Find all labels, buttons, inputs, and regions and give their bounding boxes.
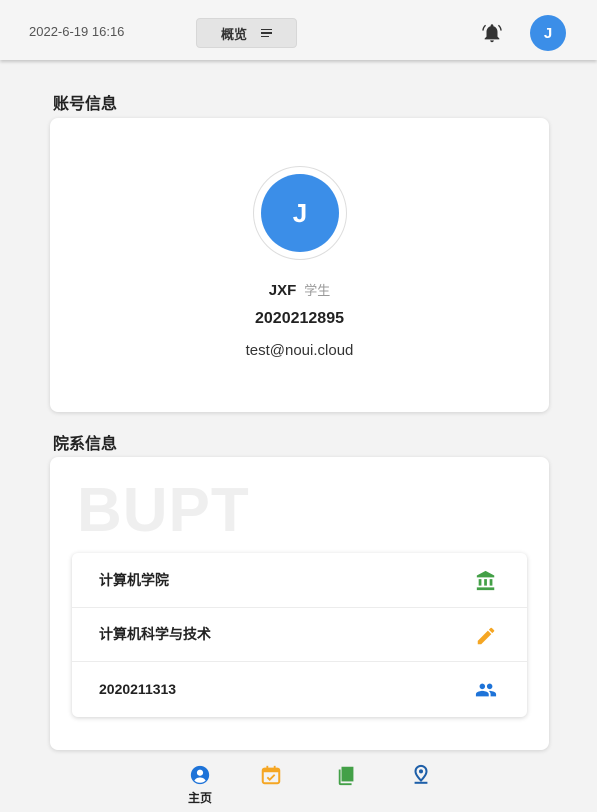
college-label: 计算机学院 bbox=[99, 571, 169, 588]
overview-label: 概览 bbox=[220, 26, 247, 42]
top-bar: 2022-6-19 16:16 概览 J bbox=[0, 0, 597, 60]
account-card: J JXF 学生 2020212895 test@noui.cloud bbox=[50, 118, 549, 412]
department-row-major[interactable]: 计算机科学与技术 bbox=[72, 608, 527, 663]
class-label: 2020211313 bbox=[99, 681, 177, 698]
department-row-college[interactable]: 计算机学院 bbox=[72, 553, 527, 608]
institution-icon bbox=[476, 570, 495, 591]
department-card: BUPT 计算机学院 计算机科学与技术 2020211313 bbox=[50, 457, 549, 750]
book-icon bbox=[338, 766, 354, 786]
nav-courses[interactable] bbox=[330, 764, 364, 786]
notification-bell-icon[interactable] bbox=[481, 22, 503, 44]
user-avatar-button[interactable]: J bbox=[530, 15, 566, 51]
menu-lines-icon bbox=[261, 28, 272, 38]
name-line: JXF 学生 bbox=[50, 280, 549, 299]
department-section-title: 院系信息 bbox=[53, 436, 118, 453]
account-section-title: 账号信息 bbox=[53, 96, 118, 113]
pencil-icon bbox=[477, 627, 495, 644]
group-icon bbox=[475, 683, 497, 697]
department-info-list: 计算机学院 计算机科学与技术 2020211313 bbox=[72, 553, 527, 717]
datetime-label: 2022-6-19 16:16 bbox=[29, 24, 125, 39]
calendar-check-icon bbox=[261, 765, 281, 785]
map-pin-icon bbox=[414, 764, 428, 784]
user-name: JXF bbox=[268, 282, 297, 299]
bottom-navigation: 主页 bbox=[0, 758, 597, 812]
overview-button[interactable]: 概览 bbox=[196, 18, 297, 48]
nav-schedule[interactable] bbox=[254, 764, 288, 786]
department-row-class[interactable]: 2020211313 bbox=[72, 662, 527, 717]
nav-home[interactable]: 主页 bbox=[183, 764, 217, 806]
bupt-watermark: BUPT bbox=[77, 476, 250, 545]
major-label: 计算机科学与技术 bbox=[99, 626, 211, 643]
user-role: 学生 bbox=[304, 283, 331, 298]
profile-avatar-ring: J bbox=[253, 166, 347, 260]
student-id: 2020212895 bbox=[255, 310, 344, 327]
profile-avatar: J bbox=[261, 174, 339, 252]
nav-location[interactable] bbox=[404, 764, 438, 786]
account-circle-icon bbox=[190, 765, 210, 785]
user-email: test@noui.cloud bbox=[245, 342, 354, 359]
nav-home-label: 主页 bbox=[187, 791, 212, 805]
